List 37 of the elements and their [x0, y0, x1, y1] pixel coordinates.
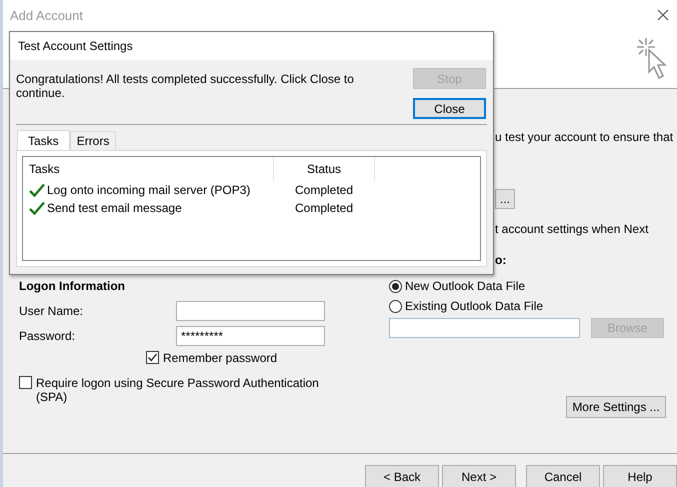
- radio-button[interactable]: [389, 280, 402, 292]
- task-name: Log onto incoming mail server (POP3): [47, 183, 252, 197]
- radio-label: Existing Outlook Data File: [405, 299, 544, 313]
- cursor-click-icon: [635, 36, 667, 80]
- radio-button[interactable]: [389, 300, 402, 312]
- checkbox-label: Remember password: [163, 351, 278, 365]
- dialog-button[interactable]: Close: [413, 98, 486, 119]
- task-status: Completed: [294, 201, 354, 215]
- ellipsis-button[interactable]: ...: [495, 189, 515, 209]
- dialog-title: Test Account Settings: [18, 39, 133, 53]
- checkbox[interactable]: [146, 351, 159, 364]
- tab[interactable]: Tasks: [17, 130, 70, 150]
- data-file-field[interactable]: [389, 318, 580, 338]
- checkbox[interactable]: [19, 376, 32, 389]
- wizard-button[interactable]: Next >: [442, 465, 516, 487]
- window-title: Add Account: [10, 8, 83, 22]
- section-heading: o:: [495, 252, 506, 268]
- column-header[interactable]: Tasks: [23, 157, 274, 181]
- section-heading: Logon Information: [19, 278, 125, 294]
- password-field[interactable]: *********: [176, 326, 325, 346]
- tab[interactable]: Errors: [70, 131, 116, 150]
- status-message: Congratulations! All tests completed successfully. Click Close to continue.: [16, 72, 355, 102]
- task-status: Completed: [294, 183, 354, 197]
- user-name-field[interactable]: [176, 301, 325, 321]
- radio-label: New Outlook Data File: [405, 279, 526, 293]
- more-settings-button[interactable]: More Settings ...: [566, 396, 666, 418]
- field-label: Password:: [19, 329, 76, 343]
- column-header[interactable]: Status: [274, 157, 375, 181]
- close-icon[interactable]: [657, 9, 669, 21]
- wizard-button[interactable]: Help: [603, 465, 677, 487]
- task-name: Send test email message: [47, 201, 183, 215]
- description-text: u test your account to ensure that: [495, 129, 674, 145]
- field-label: User Name:: [19, 304, 84, 318]
- wizard-button[interactable]: < Back: [365, 465, 439, 487]
- checkbox-label: Require logon using Secure Password Authentication (SPA): [36, 376, 320, 404]
- wizard-button[interactable]: Cancel: [526, 465, 600, 487]
- description-text: t account settings when Next: [495, 221, 648, 237]
